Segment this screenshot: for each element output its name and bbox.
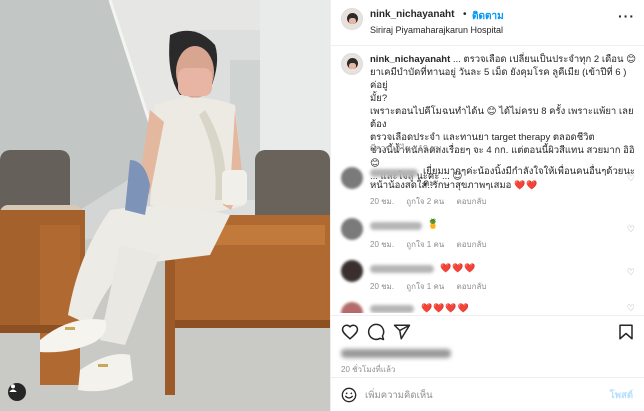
comment-like-heart-icon[interactable]: ♡ [627, 224, 635, 235]
share-icon[interactable] [393, 323, 411, 341]
emoji-icon[interactable] [341, 387, 357, 403]
heart-icon[interactable] [341, 323, 359, 341]
comment-reply-button[interactable]: ตอบกลับ [457, 197, 487, 206]
comment-item: ❤️❤️❤️❤️ ♡ [331, 297, 644, 313]
comment-pineapple-icon: 🍍 [427, 219, 439, 230]
comment-item: 🍍 20 ชม. ถูกใจ 1 คน ตอบกลับ ♡ [331, 216, 644, 252]
comment-item: ❤️❤️❤️ 20 ชม. ถูกใจ 1 คน ตอบกลับ ♡ [331, 257, 644, 293]
comment-time: 20 ชม. [370, 197, 395, 206]
comment-text-line-2: หน้าน้องสดใส..รักษาสุขภาพๆเสมอ [370, 180, 512, 191]
commenter-avatar[interactable] [341, 260, 363, 282]
follow-button[interactable]: ติดตาม [472, 9, 504, 24]
author-username[interactable]: nink_nichayanaht [370, 9, 454, 20]
comment-time: 20 ชม. [370, 282, 395, 291]
comment-icon[interactable] [367, 323, 385, 341]
post-comment-button[interactable]: โพสต์ [610, 388, 633, 403]
tag-people-button[interactable] [8, 383, 26, 401]
instagram-post-viewer: nink_nichayanaht • ติดตาม Siriraj Piyama… [0, 0, 644, 411]
post-action-bar [331, 315, 644, 345]
comment-meta: 20 ชม. ถูกใจ 1 คน ตอบกลับ [370, 238, 496, 251]
caption-line-4: เพราะตอนไปคีโมฉนทำได้น 😊 ได้ไม่ครบ 8 ครั… [370, 106, 634, 130]
comment-reply-button[interactable]: ตอบกลับ [457, 282, 487, 291]
comment-reply-button[interactable]: ตอบกลับ [457, 240, 487, 249]
post-photo[interactable] [0, 0, 330, 411]
comment-hearts: ❤️❤️❤️❤️ [421, 303, 470, 313]
commenter-avatar[interactable] [341, 302, 363, 313]
caption-timestamp: มีการแก้ไข · 19 ชม. [370, 143, 444, 153]
caption-avatar[interactable] [341, 53, 363, 75]
hospital-photo-illustration [0, 0, 330, 411]
comment-text-line-2-wrap: หน้าน้องสดใส..รักษาสุขภาพๆเสมอ ❤️❤️ [370, 179, 640, 192]
comment-hearts: ❤️❤️ [513, 180, 539, 190]
commenter-username-blurred[interactable] [370, 265, 434, 273]
comment-like-heart-icon[interactable]: ♡ [627, 303, 635, 313]
caption-line-3: มั้ย? [370, 93, 388, 104]
comment-meta: 20 ชม. ถูกใจ 2 คน ตอบกลับ [370, 195, 496, 208]
add-comment-input[interactable] [365, 387, 595, 403]
post-caption: nink_nichayanaht ... ตรวจเลือด เปลี่ยนเป… [370, 53, 638, 183]
bookmark-icon[interactable] [617, 323, 635, 341]
comment-likes[interactable]: ถูกใจ 2 คน [406, 197, 444, 206]
comment-time: 20 ชม. [370, 240, 395, 249]
post-side-panel: nink_nichayanaht • ติดตาม Siriraj Piyama… [330, 0, 644, 411]
comment-like-heart-icon[interactable]: ♡ [627, 267, 635, 278]
user-tag-icon [9, 384, 17, 392]
author-avatar[interactable] [341, 8, 363, 30]
commenter-username-blurred[interactable] [370, 222, 422, 230]
comment-item: เยี่ยมมากๆค่ะน้องนิ้งมีกำลังใจให้เพื่อนค… [331, 165, 644, 206]
more-options-icon[interactable]: ··· [618, 9, 635, 23]
comment-meta: 20 ชม. ถูกใจ 1 คน ตอบกลับ [370, 280, 496, 293]
likes-count-blurred[interactable] [341, 349, 451, 358]
commenter-username-blurred[interactable] [370, 305, 414, 313]
header-separator: • [463, 9, 467, 20]
comment-likes[interactable]: ถูกใจ 1 คน [406, 282, 444, 291]
caption-line-1: ... ตรวจเลือด เปลี่ยนเป็นประจำทุก 2 เดือ… [452, 54, 637, 65]
comment-likes[interactable]: ถูกใจ 1 คน [406, 240, 444, 249]
caption-line-2: ยาเคมีบำบัดที่ทานอยู่ วันละ 5 เม็ด ยังคุ… [370, 67, 627, 91]
commenter-avatar[interactable] [341, 167, 363, 189]
comment-hearts: ❤️❤️❤️ [440, 263, 477, 273]
add-comment-bar: โพสต์ [331, 377, 644, 411]
post-header: nink_nichayanaht • ติดตาม Siriraj Piyama… [331, 0, 644, 46]
post-timestamp: 20 ชั่วโมงที่แล้ว [341, 365, 396, 374]
comment-like-heart-icon[interactable]: ♡ [627, 173, 635, 184]
caption-username[interactable]: nink_nichayanaht [370, 54, 450, 65]
post-location[interactable]: Siriraj Piyamaharajkarun Hospital [370, 25, 503, 35]
commenter-avatar[interactable] [341, 218, 363, 240]
commenter-username-blurred[interactable] [370, 169, 418, 177]
